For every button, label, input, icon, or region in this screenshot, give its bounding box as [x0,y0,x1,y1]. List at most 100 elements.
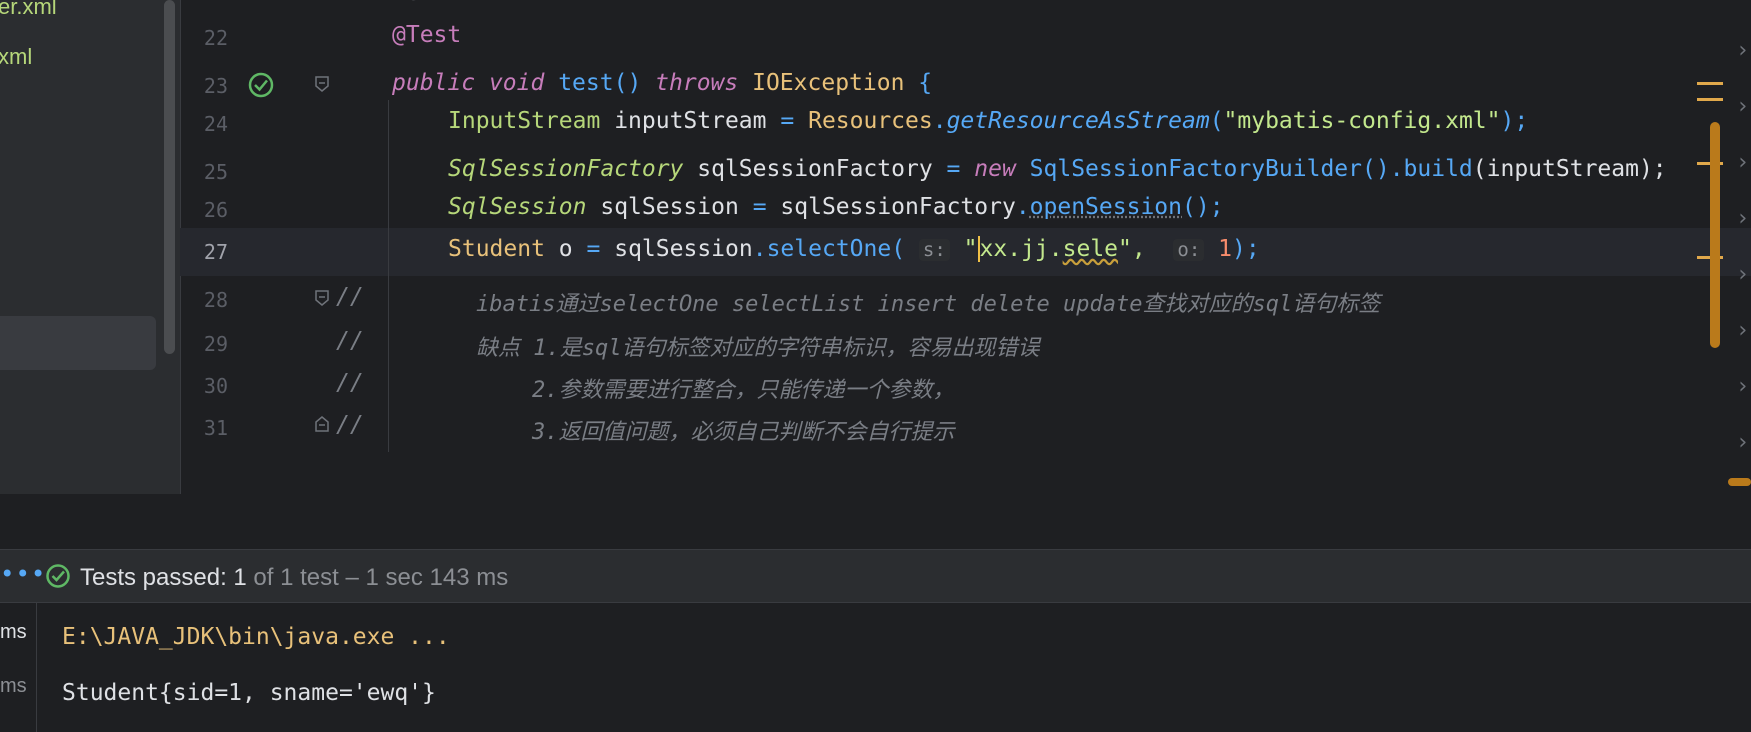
line-number: 26 [203,198,228,222]
tests-passed-icon [46,564,70,588]
dot: . [752,236,767,262]
fold-icon[interactable] [315,290,329,306]
editor-marker[interactable] [1697,82,1723,85]
code-line-31: 31 // 3.返回值问题，必须自己判断不会自行提示 [180,404,1751,452]
line-number: 23 [203,74,228,98]
test-time: ms [0,621,27,643]
code-line-27: 27 Student o = sqlSession.selectOne( s: … [180,228,1751,276]
comment-text: 2.参数需要进行整合，只能传递一个参数， [532,378,955,403]
indent-guide [388,404,389,452]
arguments: (inputStream); [1472,156,1667,182]
line-number: 27 [203,240,228,264]
line-number: 25 [203,160,228,184]
console-line: Student{sid=1, sname='ewq'} [62,680,436,706]
string-literal-part: xx.jj. [977,236,1063,262]
type: SqlSession [448,194,587,220]
paren: ); [1232,236,1260,262]
code-line-28: 28 // ibatis通过selectOne selectList inser… [180,276,1751,324]
tree-item-config-xml[interactable]: xml [0,44,32,70]
chevron-right-icon[interactable]: › [1736,206,1749,231]
exception-type: IOException [752,70,905,96]
object: sqlSession [614,236,753,262]
method-name: test [558,70,614,96]
tree-selected-row[interactable] [0,316,156,370]
fold-end-icon[interactable] [315,416,329,432]
string-literal: "mybatis-config.xml" [1223,108,1501,134]
chevron-right-icon[interactable]: › [1736,38,1749,63]
kw-throws: throws [655,70,739,96]
tests-passed-label: Tests passed: 1 [80,564,247,591]
more-options-icon[interactable]: ••• [0,560,46,588]
line-24-code: InputStream inputStream = Resources.getR… [448,108,1528,134]
dot: . [1015,194,1030,220]
line-26-code: SqlSession sqlSession = sqlSessionFactor… [448,194,1224,220]
chevron-right-icon[interactable]: › [1736,262,1749,287]
comment-text: ibatis通过selectOne selectList insert dele… [476,292,1381,317]
operator: = [752,194,767,220]
kw-public: public [392,70,476,96]
type: SqlSessionFactory [448,156,684,182]
paren: ( [891,236,906,262]
comment-text: 3.返回值问题，必须自己判断不会自行提示 [532,420,955,445]
run-test-check-icon[interactable] [246,70,276,100]
code-line-22: 22 @Test [180,14,1751,62]
tree-scrollbar[interactable] [164,0,175,354]
editor-marker[interactable] [1697,98,1723,101]
kw-new: new [974,156,1016,182]
comment-slashes: // [336,370,364,396]
chevron-right-icon[interactable]: › [1736,374,1749,399]
comment-slashes: // [336,412,364,438]
test-results-bar: ••• Tests passed: 1 of 1 test – 1 sec 14… [0,550,1751,602]
chevron-right-icon[interactable]: › [1736,318,1749,343]
string-literal-part: sele [1062,236,1119,262]
type: Student [448,236,545,262]
paren: ); [1500,108,1529,134]
line-number: 30 [203,374,228,398]
chevron-right-icon[interactable]: › [1736,150,1749,175]
method-call: build [1403,156,1473,182]
indent-guide [388,320,389,368]
panel-divider [0,602,1751,603]
line-22-code: @Test [392,22,461,48]
comment-text: 缺点 1.是sql语句标签对应的字符串标识，容易出现错误 [476,336,1040,361]
method-call: getResourceAsStream [946,108,1210,134]
chevron-right-icon[interactable]: › [1736,430,1749,455]
parens: () [613,70,642,96]
horizontal-scrollbar[interactable] [1728,478,1751,486]
test-summary: Tests passed: 1 of 1 test – 1 sec 143 ms [80,564,508,592]
pane-divider[interactable] [36,603,37,732]
kw-void: void [488,70,545,96]
test-tree-pane[interactable]: ms ms [0,603,36,732]
line-number: 31 [203,416,228,440]
call: (). [1362,156,1404,182]
test-time: ms [0,675,27,697]
indent-guide [388,228,389,276]
arguments: (); [1182,194,1224,220]
number-literal: 1 [1218,236,1233,262]
object: sqlSessionFactory [780,194,1016,220]
param-hint-o: o: [1173,239,1205,261]
indent-guide [388,362,389,410]
tree-item-label: er.xml [0,0,57,19]
variable: inputStream [614,108,767,134]
line-23-code: public void test() throws IOException { [392,70,932,96]
method-call: openSession [1029,194,1182,220]
line-number: 29 [203,332,228,356]
line-25-code: SqlSessionFactory sqlSessionFactory = ne… [448,156,1667,182]
editor-scrollbar[interactable] [1710,122,1720,348]
line-21-text: new [392,0,434,6]
operator: = [946,156,961,182]
chevron-right-icon[interactable]: › [1736,94,1749,119]
code-editor[interactable]: new 22 @Test 23 public void test() throw… [180,0,1751,494]
fold-icon[interactable] [315,76,329,92]
variable: sqlSessionFactory [697,156,933,182]
tree-item-mapper-xml[interactable]: er.xml [0,0,57,20]
run-panel: ••• Tests passed: 1 of 1 test – 1 sec 14… [0,494,1751,732]
string-end: ", [1118,236,1146,262]
class-name: SqlSessionFactoryBuilder [1029,156,1362,182]
comment-slashes: // [336,328,364,354]
param-hint-s: s: [918,239,950,261]
code-line-26: 26 SqlSession sqlSession = sqlSessionFac… [180,186,1751,234]
line-number: 28 [203,288,228,312]
indent-guide [388,100,389,148]
